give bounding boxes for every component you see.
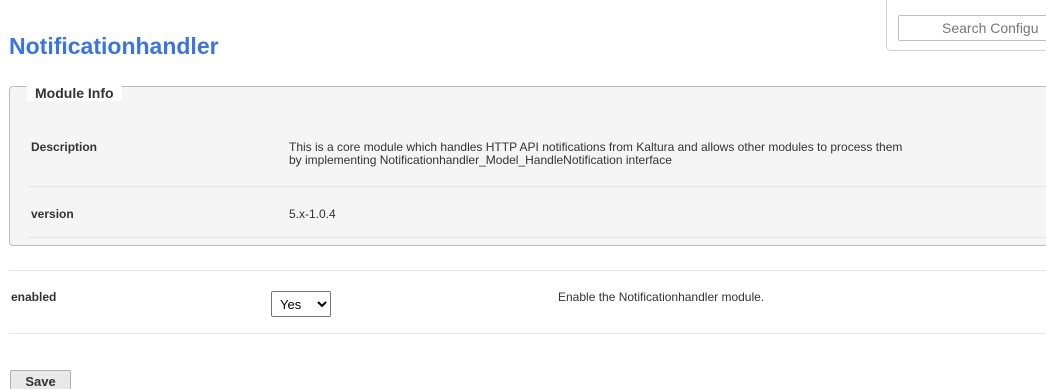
description-label: Description (31, 140, 98, 154)
enabled-label: enabled (11, 290, 57, 304)
description-value: This is a core module which handles HTTP… (289, 141, 902, 167)
description-line-2: by implementing Notificationhandler_Mode… (289, 153, 672, 167)
config-page: Notificationhandler Module Info Descript… (0, 0, 1046, 389)
enabled-select-wrap: Yes (271, 291, 331, 317)
version-label: version (31, 207, 74, 221)
version-row: version 5.x-1.0.4 (27, 188, 1046, 238)
search-input[interactable] (898, 15, 1046, 41)
page-title: Notificationhandler (9, 33, 219, 59)
enabled-config-row: enabled Yes Enable the Notificationhandl… (9, 270, 1046, 334)
description-row: Description This is a core module which … (27, 132, 1046, 187)
version-value: 5.x-1.0.4 (289, 207, 336, 221)
search-container (886, 0, 1046, 51)
module-info-legend: Module Info (27, 85, 122, 101)
enabled-select[interactable]: Yes (271, 291, 331, 317)
enabled-help-text: Enable the Notificationhandler module. (558, 290, 765, 304)
save-button[interactable]: Save (10, 370, 71, 389)
module-info-fieldset: Module Info Description This is a core m… (9, 85, 1046, 246)
